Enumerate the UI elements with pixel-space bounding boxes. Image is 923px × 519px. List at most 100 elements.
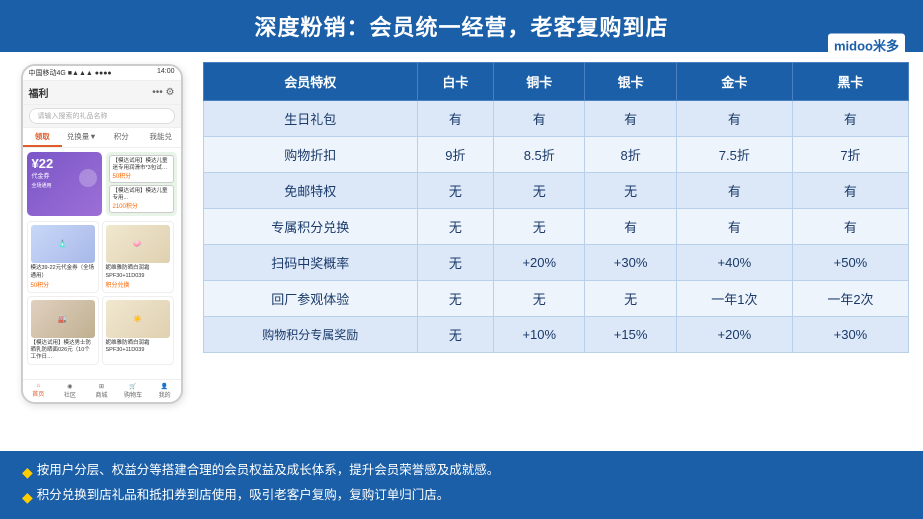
phone-search-box[interactable]: 请输入搜索的礼品名称 xyxy=(29,108,175,124)
table-cell-value: 有 xyxy=(676,209,792,245)
product-img-3: 🏭 xyxy=(31,300,95,338)
coupon-item-1-name: 【模达试用】模达儿童迷专用润滑市*3包试… xyxy=(113,158,170,171)
product-item-1[interactable]: 🧴 模达39-22元代金券（全场通用） 50积分 xyxy=(27,221,99,292)
table-cell-value: +10% xyxy=(494,317,585,353)
table-cell-value: 7折 xyxy=(792,137,908,173)
coupon-item-2[interactable]: 【模达试用】模达儿童专用... 2100积分 xyxy=(109,185,174,213)
header-title: 深度粉销：会员统一经营，老客复购到店 xyxy=(254,15,668,40)
table-cell-feature: 生日礼包 xyxy=(204,101,418,137)
phone-area: 中国移动4G ■▲▲▲ ●●●● 14:00 福利 ••• ⚙ 请输入搜索的礼品… xyxy=(14,60,189,442)
main-content: 中国移动4G ■▲▲▲ ●●●● 14:00 福利 ••• ⚙ 请输入搜索的礼品… xyxy=(0,52,923,442)
col-header-silver: 银卡 xyxy=(585,63,676,101)
table-cell-value: +20% xyxy=(494,245,585,281)
footer-bullet-1: ◆ xyxy=(22,461,33,485)
table-cell-feature: 扫码中奖概率 xyxy=(204,245,418,281)
table-cell-value: 有 xyxy=(494,101,585,137)
phone-product-area-2: 🏭 【模达试用】模达男士防晒乳防晒面026元（10个工作日… ☀️ 妮维雅防晒白… xyxy=(23,296,181,368)
membership-table: 会员特权 白卡 铜卡 银卡 金卡 黑卡 生日礼包有有有有有购物折扣9折8.5折8… xyxy=(203,62,909,353)
footer: ◆ 按用户分层、权益分等搭建合理的会员权益及成长体系，提升会员荣誉感及成就感。 … xyxy=(0,451,923,519)
phone-bottom-cart[interactable]: 🛒购物车 xyxy=(117,380,149,402)
phone-tab-exchange[interactable]: 兑换量▼ xyxy=(62,128,102,147)
product-name-4: 妮维雅防晒白润霜SPF30+11D039 xyxy=(106,340,170,354)
table-header-row: 会员特权 白卡 铜卡 银卡 金卡 黑卡 xyxy=(204,63,909,101)
table-cell-value: +20% xyxy=(676,317,792,353)
table-cell-value: 有 xyxy=(585,209,676,245)
col-header-white: 白卡 xyxy=(417,63,493,101)
phone-bottom-shop[interactable]: ⊞商城 xyxy=(86,380,118,402)
phone-bottom-home[interactable]: ⌂首页 xyxy=(23,380,55,402)
table-cell-value: 无 xyxy=(494,281,585,317)
phone-bottom-me[interactable]: 👤我的 xyxy=(149,380,181,402)
table-row: 购物积分专属奖励无+10%+15%+20%+30% xyxy=(204,317,909,353)
product-name-2: 妮维雅防晒白润霜SPF30+11D039 xyxy=(106,265,170,279)
table-body: 生日礼包有有有有有购物折扣9折8.5折8折7.5折7折免邮特权无无无有有专属积分… xyxy=(204,101,909,353)
coupon-card-purple[interactable]: ¥22 代金券 全场通用 xyxy=(27,152,102,216)
table-cell-value: 8折 xyxy=(585,137,676,173)
table-cell-feature: 购物折扣 xyxy=(204,137,418,173)
phone-tab-redeemable[interactable]: 我能兑 xyxy=(141,128,181,147)
table-cell-value: 无 xyxy=(585,173,676,209)
phone-mockup: 中国移动4G ■▲▲▲ ●●●● 14:00 福利 ••• ⚙ 请输入搜索的礼品… xyxy=(21,64,183,404)
coupon-item-2-name: 【模达试用】模达儿童专用... xyxy=(113,188,170,201)
product-img-1: 🧴 xyxy=(31,225,95,263)
table-cell-value: 有 xyxy=(585,101,676,137)
table-row: 生日礼包有有有有有 xyxy=(204,101,909,137)
table-cell-value: 无 xyxy=(494,173,585,209)
table-cell-value: 一年2次 xyxy=(792,281,908,317)
table-cell-value: 无 xyxy=(417,209,493,245)
table-cell-value: 有 xyxy=(792,173,908,209)
table-cell-feature: 购物积分专属奖励 xyxy=(204,317,418,353)
table-cell-value: +30% xyxy=(792,317,908,353)
table-cell-value: +30% xyxy=(585,245,676,281)
product-item-4[interactable]: ☀️ 妮维雅防晒白润霜SPF30+11D039 xyxy=(102,296,174,365)
phone-nav-icons: ••• ⚙ xyxy=(152,87,174,98)
table-cell-value: 无 xyxy=(585,281,676,317)
col-header-feature: 会员特权 xyxy=(204,63,418,101)
table-cell-value: 有 xyxy=(676,173,792,209)
product-item-2[interactable]: 🧼 妮维雅防晒白润霜SPF30+11D039 积分兑换 xyxy=(102,221,174,292)
table-area: 会员特权 白卡 铜卡 银卡 金卡 黑卡 生日礼包有有有有有购物折扣9折8.5折8… xyxy=(203,60,909,442)
table-cell-value: +15% xyxy=(585,317,676,353)
footer-text-1: 按用户分层、权益分等搭建合理的会员权益及成长体系，提升会员荣誉感及成就感。 xyxy=(37,460,500,481)
table-cell-value: 无 xyxy=(417,245,493,281)
coupon-item-1[interactable]: 【模达试用】模达儿童迷专用润滑市*3包试… 50积分 xyxy=(109,155,174,183)
header: 深度粉销：会员统一经营，老客复购到店 midoo米多 xyxy=(0,0,923,52)
table-cell-value: +50% xyxy=(792,245,908,281)
product-img-2: 🧼 xyxy=(106,225,170,263)
phone-tab-claim[interactable]: 领取 xyxy=(23,128,63,147)
table-cell-value: 无 xyxy=(417,173,493,209)
table-row: 回厂参观体验无无无一年1次一年2次 xyxy=(204,281,909,317)
phone-tab-points[interactable]: 积分 xyxy=(102,128,142,147)
phone-bottom-community[interactable]: ◉社区 xyxy=(54,380,86,402)
coupon-item-1-points: 50积分 xyxy=(113,171,170,180)
table-cell-value: 一年1次 xyxy=(676,281,792,317)
footer-text-2: 积分兑换到店礼品和抵扣券到店使用，吸引老客户复购，复购订单归门店。 xyxy=(37,485,450,506)
col-header-black: 黑卡 xyxy=(792,63,908,101)
table-cell-value: 有 xyxy=(417,101,493,137)
phone-search-area: 请输入搜索的礼品名称 xyxy=(23,105,181,128)
phone-nav-bar: 福利 ••• ⚙ xyxy=(23,81,181,105)
table-cell-value: 无 xyxy=(417,281,493,317)
footer-item-2: ◆ 积分兑换到店礼品和抵扣券到店使用，吸引老客户复购，复购订单归门店。 xyxy=(22,485,905,510)
table-row: 专属积分兑换无无有有有 xyxy=(204,209,909,245)
phone-bottom-nav: ⌂首页 ◉社区 ⊞商城 🛒购物车 👤我的 xyxy=(23,379,181,402)
product-img-4: ☀️ xyxy=(106,300,170,338)
phone-carrier: 中国移动4G ■▲▲▲ ●●●● xyxy=(29,68,112,78)
coupon-small-area: 【模达试用】模达儿童迷专用润滑市*3包试… 50积分 【模达试用】模达儿童专用.… xyxy=(106,152,177,216)
table-cell-value: 有 xyxy=(792,101,908,137)
table-cell-value: 有 xyxy=(676,101,792,137)
phone-status-bar: 中国移动4G ■▲▲▲ ●●●● 14:00 xyxy=(23,66,181,81)
table-row: 免邮特权无无无有有 xyxy=(204,173,909,209)
table-cell-value: 无 xyxy=(417,317,493,353)
product-points-2: 积分兑换 xyxy=(106,280,170,289)
table-cell-value: 无 xyxy=(494,209,585,245)
product-name-3: 【模达试用】模达男士防晒乳防晒面026元（10个工作日… xyxy=(31,340,95,361)
table-cell-value: 有 xyxy=(792,209,908,245)
product-item-3[interactable]: 🏭 【模达试用】模达男士防晒乳防晒面026元（10个工作日… xyxy=(27,296,99,365)
product-points-1: 50积分 xyxy=(31,280,95,289)
table-cell-feature: 免邮特权 xyxy=(204,173,418,209)
product-name-1: 模达39-22元代金券（全场通用） xyxy=(31,265,95,279)
phone-product-area: 🧴 模达39-22元代金券（全场通用） 50积分 🧼 妮维雅防晒白润霜SPF30… xyxy=(23,218,181,295)
col-header-bronze: 铜卡 xyxy=(494,63,585,101)
col-header-gold: 金卡 xyxy=(676,63,792,101)
